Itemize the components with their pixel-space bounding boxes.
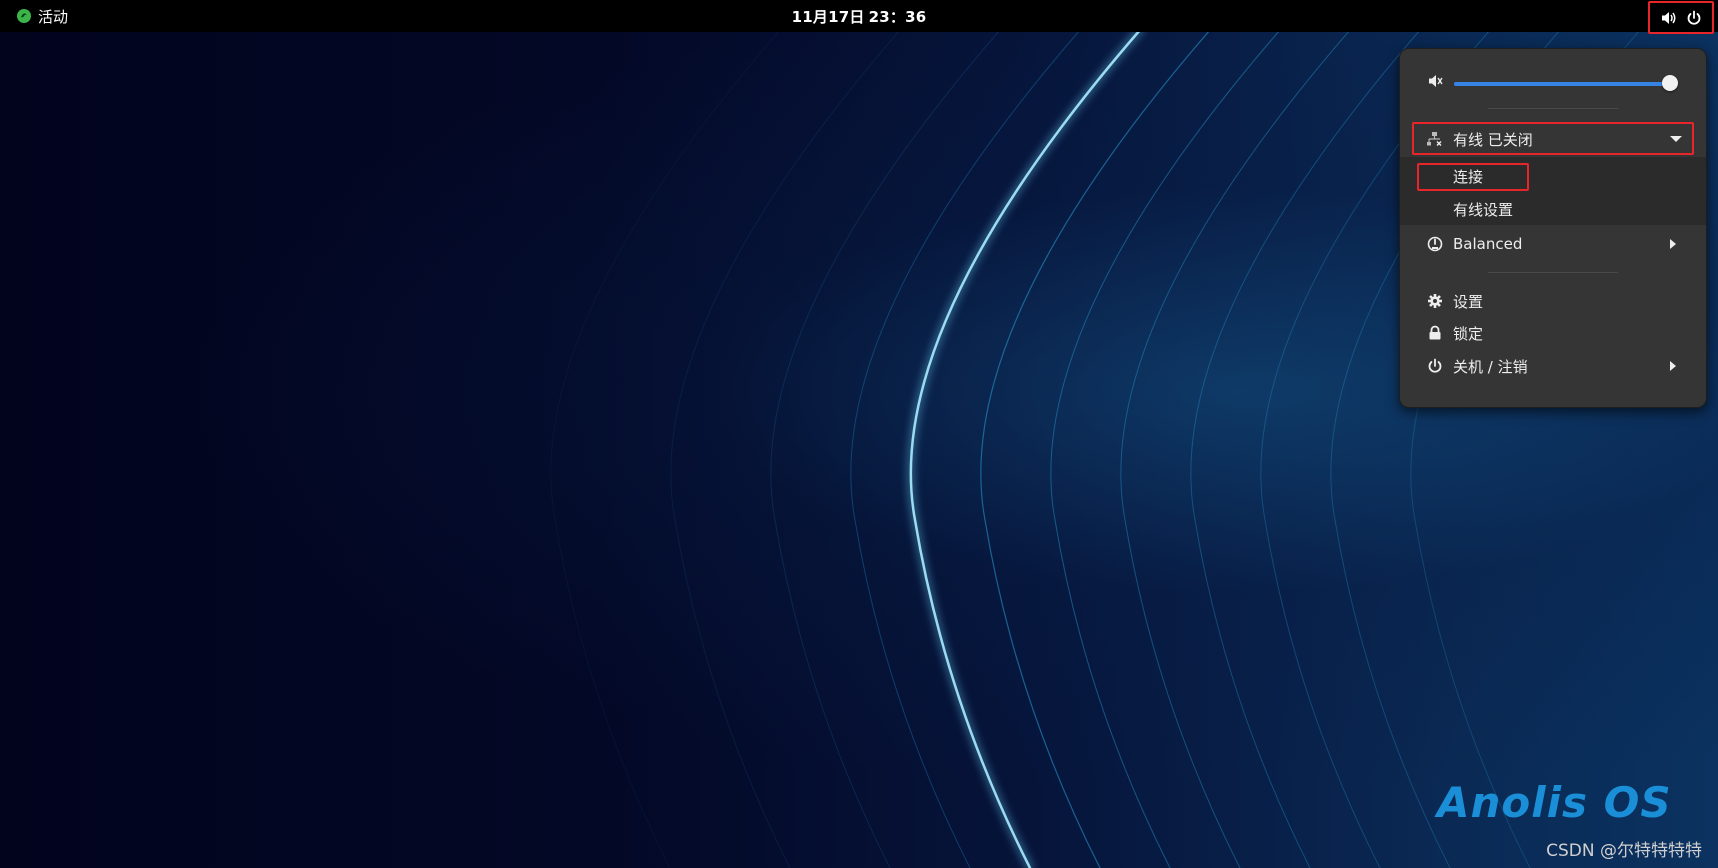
volume-slider-knob[interactable]: [1662, 75, 1678, 91]
chevron-right-icon: [1670, 361, 1676, 371]
wired-settings-menu-item[interactable]: 有线设置: [1400, 192, 1706, 226]
lock-label: 锁定: [1453, 324, 1484, 343]
menu-separator: [1488, 272, 1618, 273]
volume-slider-fill: [1454, 82, 1670, 86]
clock-date: 11月17日: [791, 7, 865, 26]
power-icon[interactable]: [1686, 10, 1702, 26]
wired-settings-label: 有线设置: [1453, 200, 1514, 219]
chevron-right-icon: [1670, 239, 1676, 249]
power-mode-label: Balanced: [1453, 235, 1523, 253]
clock[interactable]: 11月17日 23：36: [0, 0, 1718, 32]
power-profile-icon: [1426, 235, 1444, 253]
lock-menu-item[interactable]: 锁定: [1400, 316, 1706, 350]
power-off-icon: [1426, 357, 1444, 375]
settings-menu-item[interactable]: 设置: [1400, 284, 1706, 318]
volume-muted-icon: [1426, 72, 1444, 90]
settings-label: 设置: [1453, 292, 1484, 311]
connect-highlight-box: [1417, 163, 1529, 191]
volume-slider[interactable]: [1454, 75, 1678, 91]
power-mode-row[interactable]: Balanced: [1400, 227, 1706, 261]
volume-icon[interactable]: [1660, 10, 1678, 26]
clock-time: 23：36: [868, 7, 927, 26]
volume-row: [1400, 64, 1706, 98]
system-menu: 有线 已关闭 连接 有线设置 Balanced 设置 锁定 关机 / 注销: [1399, 48, 1707, 408]
wired-highlight-box: [1412, 122, 1694, 155]
system-tray[interactable]: [1648, 1, 1714, 34]
menu-separator: [1488, 108, 1618, 109]
top-bar: 活动 11月17日 23：36: [0, 0, 1718, 34]
gear-icon: [1426, 292, 1444, 310]
lock-icon: [1426, 324, 1444, 342]
shutdown-menu-item[interactable]: 关机 / 注销: [1400, 349, 1706, 383]
anolis-os-brand: Anolis OS: [1437, 778, 1672, 827]
csdn-watermark: CSDN @尔特特特特: [1546, 841, 1702, 861]
shutdown-label: 关机 / 注销: [1453, 357, 1528, 376]
